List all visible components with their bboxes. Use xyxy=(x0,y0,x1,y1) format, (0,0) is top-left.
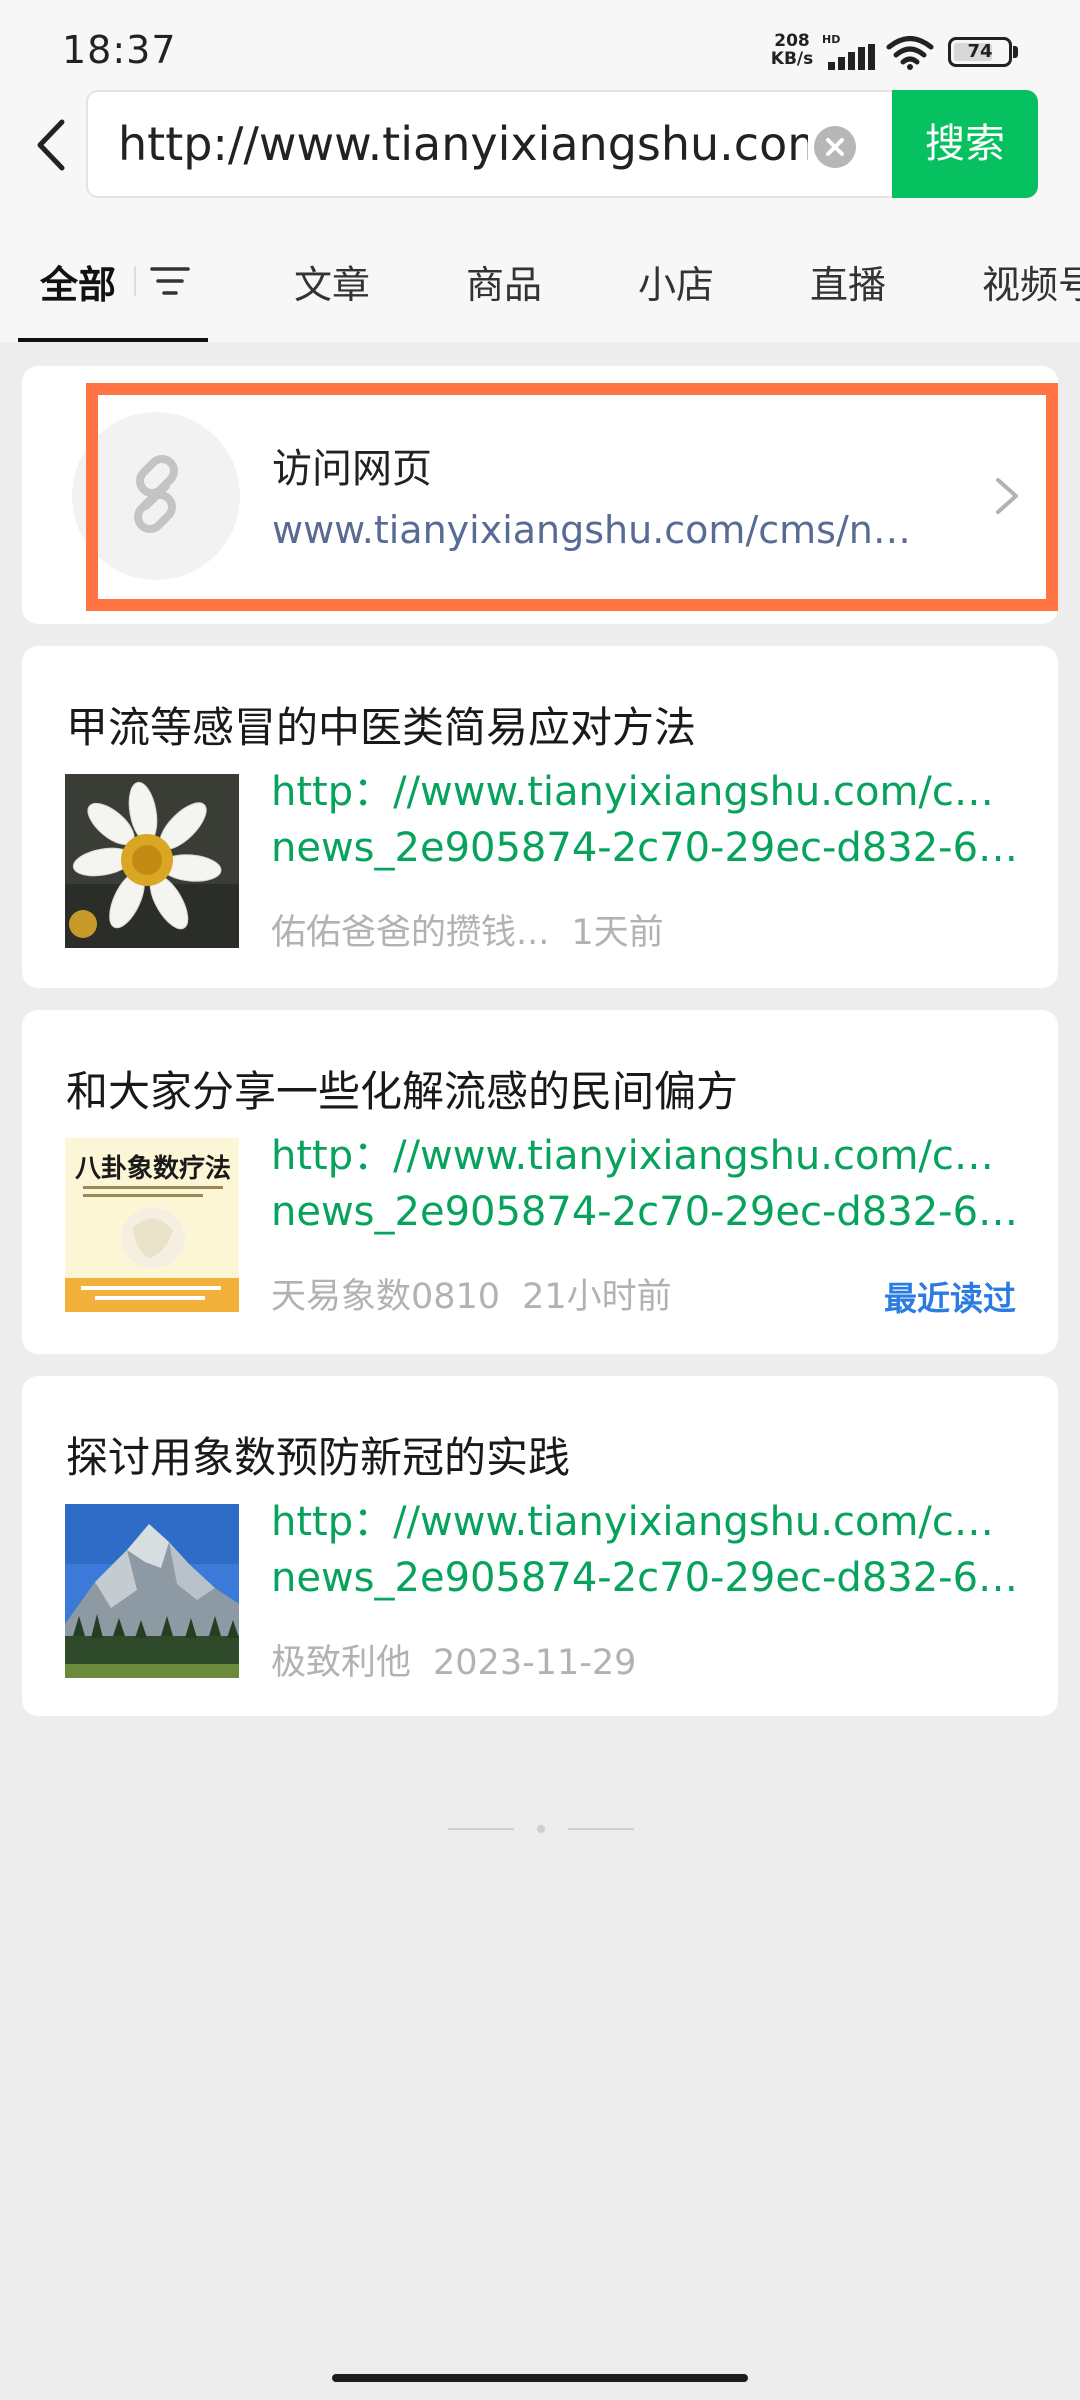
clear-icon[interactable] xyxy=(814,126,856,168)
tab-live[interactable]: 直播 xyxy=(810,254,886,309)
result-thumbnail xyxy=(65,1504,239,1678)
network-speed: 208 KB/s xyxy=(770,32,814,68)
tab-all[interactable]: 全部 xyxy=(40,254,116,309)
search-result-card[interactable]: 甲流等感冒的中医类简易应对方法 http：//www.tianyixiangsh… xyxy=(22,646,1058,988)
result-title: 和大家分享一些化解流感的民间偏方 xyxy=(66,1067,739,1116)
result-source: 佑佑爸爸的攒钱... xyxy=(271,913,550,953)
flower-image xyxy=(65,774,239,948)
result-time: 1天前 xyxy=(571,913,664,953)
highlight-box xyxy=(86,383,1058,611)
network-speed-unit: KB/s xyxy=(770,49,814,69)
result-url-line2: news_2e905874-2c70-29ec-d832-6bb… xyxy=(271,1555,1021,1601)
result-title: 探讨用象数预防新冠的实践 xyxy=(66,1433,571,1482)
result-meta: 极致利他 2023-11-29 xyxy=(271,1634,636,1685)
result-meta: 天易象数0810 21小时前 xyxy=(271,1268,672,1319)
result-source: 天易象数0810 xyxy=(271,1277,501,1317)
home-indicator[interactable] xyxy=(332,2374,748,2382)
tab-articles[interactable]: 文章 xyxy=(294,254,370,309)
result-url-line1: http：//www.tianyixiangshu.com/cms/ xyxy=(271,1133,1021,1179)
search-button[interactable]: 搜索 xyxy=(892,90,1038,198)
signal-icon xyxy=(828,44,875,70)
mountain-image xyxy=(65,1504,239,1678)
tab-products[interactable]: 商品 xyxy=(466,254,542,309)
tab-shops[interactable]: 小店 xyxy=(638,254,714,309)
result-url-line1: http：//www.tianyixiangshu.com/cms/ xyxy=(271,769,1021,815)
status-bar: 18:37 208 KB/s HD 74 xyxy=(0,0,1080,90)
result-url-line2: news_2e905874-2c70-29ec-d832-6bb… xyxy=(271,1189,1021,1235)
search-input[interactable] xyxy=(118,92,808,196)
search-result-card[interactable]: 探讨用象数预防新冠的实践 http：//www.tianyixiangshu.c… xyxy=(22,1376,1058,1716)
status-time: 18:37 xyxy=(62,28,177,72)
result-thumbnail xyxy=(65,774,239,948)
result-url[interactable]: http：//www.tianyixiangshu.com/cms/ news_… xyxy=(271,1128,1021,1240)
tab-active-indicator xyxy=(18,338,208,342)
tab-channels[interactable]: 视频号 xyxy=(982,254,1080,309)
battery-cap xyxy=(1013,46,1018,58)
search-result-card[interactable]: 和大家分享一些化解流感的民间偏方 八卦象数疗法 http：//www.tiany… xyxy=(22,1010,1058,1354)
end-of-list-indicator xyxy=(448,1825,634,1833)
result-meta: 佑佑爸爸的攒钱... 1天前 xyxy=(271,904,664,955)
recently-read-badge: 最近读过 xyxy=(884,1279,1016,1318)
battery-icon: 74 xyxy=(948,37,1012,67)
result-title: 甲流等感冒的中医类简易应对方法 xyxy=(66,703,697,752)
network-speed-value: 208 xyxy=(774,31,810,51)
wifi-icon xyxy=(886,36,934,70)
back-icon[interactable] xyxy=(24,110,80,180)
result-thumbnail: 八卦象数疗法 xyxy=(65,1138,239,1312)
result-time: 21小时前 xyxy=(522,1277,672,1317)
result-url-line1: http：//www.tianyixiangshu.com/cms/ xyxy=(271,1499,1021,1545)
category-tabs: 全部 文章 商品 小店 直播 视频号 xyxy=(0,244,1080,342)
result-url[interactable]: http：//www.tianyixiangshu.com/cms/ news_… xyxy=(271,764,1021,876)
result-source: 极致利他 xyxy=(271,1643,412,1683)
result-url[interactable]: http：//www.tianyixiangshu.com/cms/ news_… xyxy=(271,1494,1021,1606)
book-art xyxy=(65,1186,239,1312)
battery-level: 74 xyxy=(967,41,993,62)
filter-icon[interactable] xyxy=(150,264,190,298)
tab-divider xyxy=(134,266,136,296)
result-time: 2023-11-29 xyxy=(433,1643,637,1683)
result-url-line2: news_2e905874-2c70-29ec-d832-6bb… xyxy=(271,825,1021,871)
